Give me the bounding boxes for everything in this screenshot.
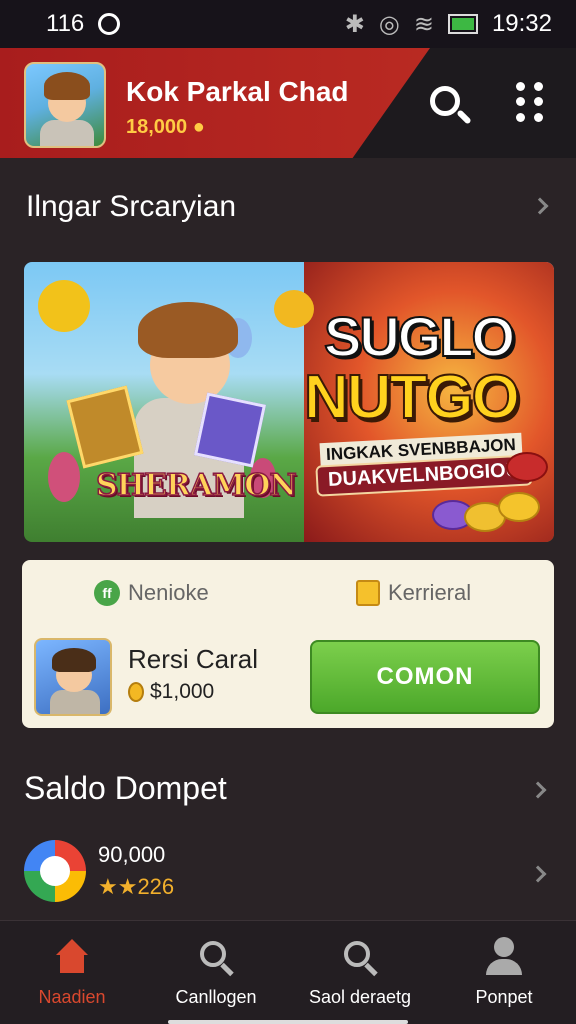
nav-catalog[interactable]: Canllogen xyxy=(144,921,288,1024)
wallet-title: Saldo Dompet xyxy=(24,770,227,806)
promo-banner[interactable]: SHERAMON SUGLO NUTGO INGKAK SVENBBAJON D… xyxy=(24,262,554,542)
user-coins: 18,000 ● xyxy=(126,116,205,138)
wallet-amount: 90,000 xyxy=(98,842,166,867)
notification-circle-icon xyxy=(98,13,121,35)
coin-icon xyxy=(128,682,144,702)
search-icon xyxy=(340,937,380,977)
status-number: 116 xyxy=(46,10,85,37)
user-name: Kok Parkal Chad xyxy=(126,76,349,107)
bag-icon xyxy=(356,580,380,606)
offer-item-price: $1,000 xyxy=(128,680,214,704)
avatar[interactable] xyxy=(24,62,106,148)
menu-dots-icon[interactable] xyxy=(516,82,546,122)
home-indicator[interactable] xyxy=(168,1020,408,1024)
bluetooth-icon: ✱ xyxy=(344,10,365,38)
wallet-chevron-right-icon[interactable] xyxy=(529,781,547,799)
nav-home[interactable]: Naadien xyxy=(0,921,144,1024)
game-card-icon xyxy=(66,385,144,469)
section-title: Ilngar Srcaryian xyxy=(26,190,237,223)
offer-card: ff Nenioke Kerrieral Rersi Caral $1,000 … xyxy=(22,560,554,728)
nav-label: Ponpet xyxy=(475,987,533,1007)
search-icon[interactable] xyxy=(428,84,472,128)
yellow-bird-icon xyxy=(274,290,314,328)
nav-label: Saol deraetg xyxy=(308,987,412,1007)
tab-label: Nenioke xyxy=(128,580,209,605)
banner-title-line1: SUGLO xyxy=(323,304,516,369)
wifi-icon: ≋ xyxy=(413,10,434,38)
offer-item-thumbnail xyxy=(34,638,112,716)
bottom-nav: Naadien Canllogen Saol deraetg Ponpet xyxy=(0,920,576,1024)
nav-search[interactable]: Saol deraetg xyxy=(288,921,432,1024)
coin-icon: ● xyxy=(192,116,205,138)
tab-kerrieral[interactable]: Kerrieral xyxy=(356,580,471,606)
vibrate-icon: ◎ xyxy=(378,10,400,38)
tag-icon: ff xyxy=(94,580,120,606)
home-icon xyxy=(52,937,92,977)
game-logo: SHERAMON xyxy=(95,467,297,504)
pink-creature-icon xyxy=(48,452,80,502)
offer-action-button[interactable]: COMON xyxy=(310,640,540,714)
game-card-icon xyxy=(194,392,266,468)
wallet-item-chevron-right-icon[interactable] xyxy=(529,865,547,883)
price-value: $1,000 xyxy=(150,680,215,703)
app-header: Kok Parkal Chad 18,000 ● xyxy=(0,48,576,158)
yellow-creature-icon xyxy=(38,280,90,332)
nav-label: Naadien xyxy=(38,987,106,1007)
status-bar: 116 ✱ ◎ ≋ 19:32 xyxy=(0,0,576,48)
offer-item-name: Rersi Caral xyxy=(128,644,259,674)
search-icon xyxy=(196,937,236,977)
nav-label: Canllogen xyxy=(175,987,257,1007)
nav-profile[interactable]: Ponpet xyxy=(432,921,576,1024)
user-icon xyxy=(484,937,524,977)
clock: 19:32 xyxy=(491,10,552,37)
google-logo-icon xyxy=(24,840,86,902)
coin-stack-icon xyxy=(428,452,548,542)
tab-nenioke[interactable]: ff Nenioke xyxy=(94,580,209,606)
wallet-rating: ★★226 xyxy=(98,874,175,899)
banner-title-line2: NUTGO xyxy=(303,362,521,433)
battery-icon xyxy=(447,14,478,34)
tab-label: Kerrieral xyxy=(388,580,472,605)
section-chevron-right-icon[interactable] xyxy=(531,197,549,215)
